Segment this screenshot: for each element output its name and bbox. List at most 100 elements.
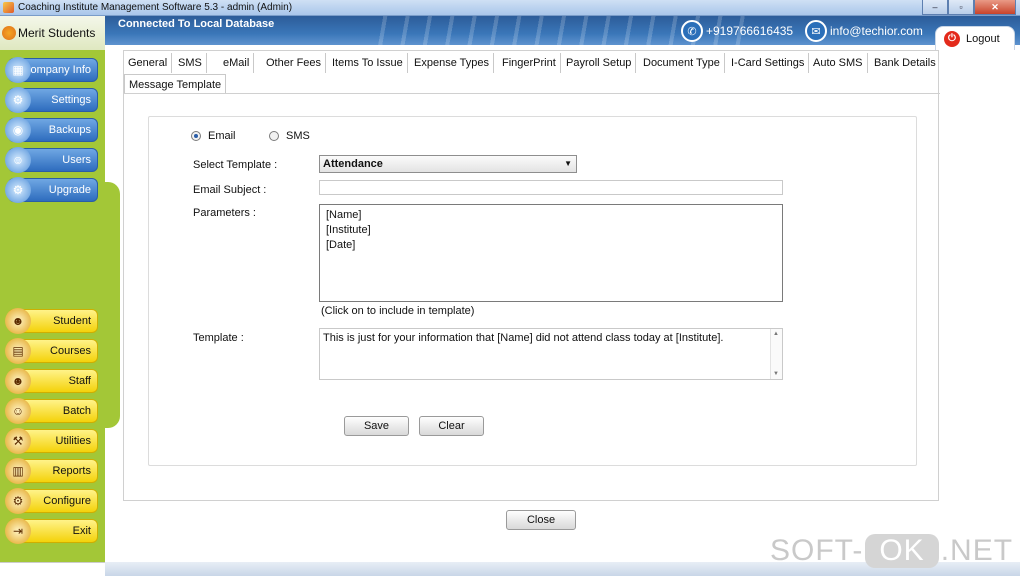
tab-payroll-setup[interactable]: Payroll Setup <box>562 53 637 73</box>
sidebar-item-settings[interactable]: ⚙ Settings <box>5 87 98 113</box>
close-window-button[interactable]: ✕ <box>974 0 1016 15</box>
sidebar-footer <box>0 562 105 576</box>
tab-items-to-issue[interactable]: Items To Issue <box>328 53 408 73</box>
phone-number: +919766616435 <box>706 24 794 38</box>
settings-icon: ⚙ <box>5 87 31 113</box>
maximize-button[interactable]: ▫ <box>948 0 974 15</box>
parameter-item[interactable]: [Date] <box>326 238 776 253</box>
settings-tabs: General SMS eMail Other Fees Items To Is… <box>124 51 940 95</box>
parameters-label: Parameters : <box>193 207 256 219</box>
tab-general[interactable]: General <box>124 53 173 73</box>
logout-label: Logout <box>966 32 1000 45</box>
email-subject-input[interactable] <box>319 180 783 195</box>
close-button[interactable]: Close <box>506 510 576 530</box>
template-select-value: Attendance <box>323 158 383 170</box>
select-template-label: Select Template : <box>193 159 278 171</box>
sidebar-item-company-info[interactable]: ▦ Company Info <box>5 57 98 83</box>
logout-button[interactable]: ⏻ Logout <box>935 26 1015 50</box>
tab-document-type[interactable]: Document Type <box>639 53 725 73</box>
scroll-up-icon[interactable]: ▲ <box>773 331 779 337</box>
upgrade-icon: ⚙ <box>5 177 31 203</box>
sidebar-item-users[interactable]: ☺ Users <box>5 147 98 173</box>
clear-button[interactable]: Clear <box>419 416 484 436</box>
student-icon: ☻ <box>5 308 31 334</box>
tab-other-fees[interactable]: Other Fees <box>262 53 327 73</box>
sidebar-item-label: Upgrade <box>48 184 91 196</box>
sidebar-item-backups[interactable]: ◉ Backups <box>5 117 98 143</box>
sidebar-tab-decoration <box>100 182 120 428</box>
phone-icon: ✆ <box>681 20 703 42</box>
parameters-hint: (Click on to include in template) <box>321 305 475 317</box>
sidebar-item-student[interactable]: ☻ Student <box>5 308 98 334</box>
radio-dot-selected <box>191 131 201 141</box>
email-address: info@techior.com <box>830 24 923 38</box>
template-label: Template : <box>193 332 244 344</box>
tab-icard-settings[interactable]: I-Card Settings <box>727 53 810 73</box>
header-band: Connected To Local Database ✆ +919766616… <box>105 16 1020 45</box>
connection-status: Connected To Local Database <box>118 18 275 30</box>
template-select[interactable]: Attendance ▼ <box>319 155 577 173</box>
tab-expense-types[interactable]: Expense Types <box>410 53 495 73</box>
parameters-list[interactable]: [Name] [Institute] [Date] <box>319 204 783 302</box>
sidebar-item-courses[interactable]: ▤ Courses <box>5 338 98 364</box>
sidebar-item-upgrade[interactable]: ⚙ Upgrade <box>5 177 98 203</box>
sidebar-item-exit[interactable]: ⇥ Exit <box>5 518 98 544</box>
watermark: SOFT- OK .NET <box>770 530 1015 572</box>
exit-icon: ⇥ <box>5 518 31 544</box>
watermark-left: SOFT- <box>770 534 864 567</box>
tab-sms[interactable]: SMS <box>174 53 207 73</box>
watermark-mid: OK <box>865 534 939 568</box>
reports-icon: ▥ <box>5 458 31 484</box>
tab-fingerprint[interactable]: FingerPrint <box>498 53 561 73</box>
template-textarea[interactable]: This is just for your information that [… <box>319 328 783 380</box>
email-contact: ✉ info@techior.com <box>805 20 923 42</box>
tab-email[interactable]: eMail <box>219 53 255 73</box>
window-controls: – ▫ ✕ <box>922 0 1016 15</box>
users-icon: ☺ <box>5 147 31 173</box>
backup-icon: ◉ <box>5 117 31 143</box>
sidebar-item-utilities[interactable]: ⚒ Utilities <box>5 428 98 454</box>
radio-email[interactable]: Email <box>191 130 236 142</box>
dropdown-arrow-icon: ▼ <box>564 159 572 168</box>
template-text: This is just for your information that [… <box>323 332 724 344</box>
sidebar-item-label: Batch <box>62 405 91 417</box>
sidebar-item-staff[interactable]: ☻ Staff <box>5 368 98 394</box>
sidebar-item-label: Exit <box>72 525 91 537</box>
sidebar-item-label: Company Info <box>22 64 91 76</box>
configure-icon: ⚙ <box>5 488 31 514</box>
tab-bank-details[interactable]: Bank Details <box>870 53 940 73</box>
template-scrollbar[interactable]: ▲ ▼ <box>770 329 782 379</box>
radio-sms[interactable]: SMS <box>269 130 310 142</box>
minimize-button[interactable]: – <box>922 0 948 15</box>
sidebar-item-batch[interactable]: ☺ Batch <box>5 398 98 424</box>
scroll-down-icon[interactable]: ▼ <box>773 371 779 377</box>
sidebar-item-label: Reports <box>52 465 91 477</box>
sidebar-item-label: Users <box>62 154 91 166</box>
brand: Merit Students <box>0 16 105 50</box>
sidebar-item-label: Student <box>53 315 91 327</box>
sidebar-item-reports[interactable]: ▥ Reports <box>5 458 98 484</box>
staff-icon: ☻ <box>5 368 31 394</box>
email-subject-label: Email Subject : <box>193 184 267 196</box>
tab-auto-sms[interactable]: Auto SMS <box>809 53 868 73</box>
utilities-icon: ⚒ <box>5 428 31 454</box>
courses-icon: ▤ <box>5 338 31 364</box>
tab-message-template[interactable]: Message Template <box>124 74 227 94</box>
sidebar-item-label: Backups <box>48 124 91 136</box>
phone-contact: ✆ +919766616435 <box>681 20 793 42</box>
parameter-item[interactable]: [Name] <box>326 208 776 223</box>
sidebar-item-label: Courses <box>50 345 91 357</box>
sidebar-item-configure[interactable]: ⚙ Configure <box>5 488 98 514</box>
sidebar-item-label: Configure <box>43 495 91 507</box>
mail-icon: ✉ <box>805 20 827 42</box>
radio-dot <box>269 131 279 141</box>
company-icon: ▦ <box>5 57 31 83</box>
radio-email-label: Email <box>208 130 236 142</box>
sidebar-item-label: Staff <box>68 375 91 387</box>
radio-sms-label: SMS <box>286 130 310 142</box>
save-button[interactable]: Save <box>344 416 409 436</box>
sidebar-item-label: Utilities <box>55 435 91 447</box>
power-icon: ⏻ <box>944 30 960 47</box>
parameter-item[interactable]: [Institute] <box>326 223 776 238</box>
window-title: Coaching Institute Management Software 5… <box>18 2 293 13</box>
